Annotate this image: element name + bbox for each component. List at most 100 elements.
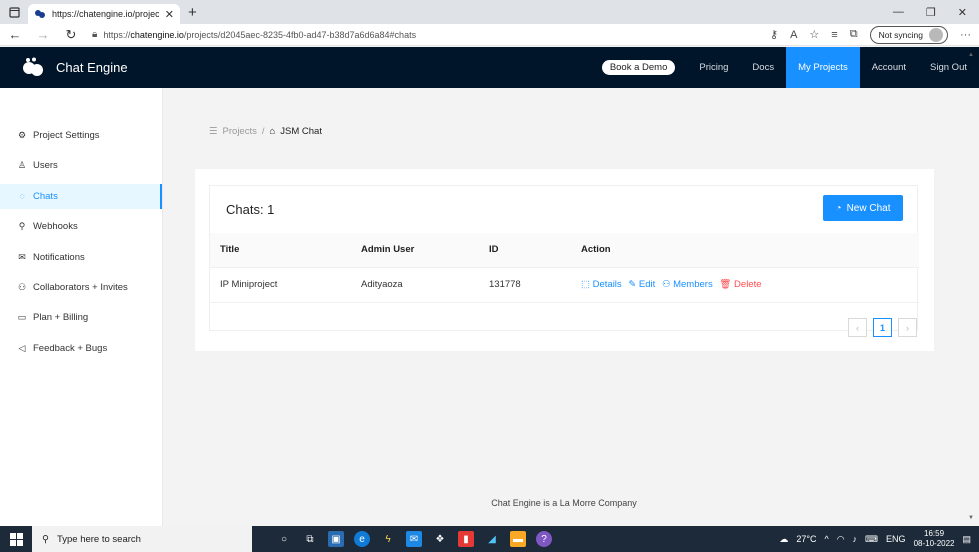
tray-expand-icon[interactable]: ^	[824, 534, 828, 544]
wifi-icon[interactable]: ◠	[837, 534, 845, 545]
restore-icon[interactable]: ❐	[926, 6, 936, 19]
search-icon: ⚲	[42, 533, 49, 545]
chat-bubble-icon: ◔	[835, 202, 842, 214]
keyboard-icon[interactable]: ⌨	[865, 534, 878, 545]
sidebar-item-label: Users	[33, 160, 58, 172]
favorites-icon[interactable]: ≡	[831, 29, 837, 41]
sidebar-item-label: Collaborators + Invites	[33, 281, 128, 293]
collections-icon[interactable]: ⧉	[850, 28, 858, 41]
forward-icon[interactable]: →	[36, 27, 50, 42]
back-icon[interactable]: ←	[8, 27, 22, 42]
minimize-icon[interactable]: —	[893, 6, 904, 19]
delete-link[interactable]: 🗑︎ Delete	[719, 279, 761, 290]
volume-icon[interactable]: ♪	[853, 534, 858, 544]
language-indicator[interactable]: ENG	[886, 534, 906, 544]
task-view-icon[interactable]: ⧉	[302, 531, 318, 547]
nav-pricing[interactable]: Pricing	[687, 47, 740, 88]
windows-start-button[interactable]	[0, 526, 32, 552]
edit-link[interactable]: ✎ Edit	[628, 279, 655, 290]
url-field[interactable]: 🔒︎ https://chatengine.io/projects/d2045a…	[92, 29, 756, 40]
weather-icon[interactable]: ☁	[779, 534, 788, 545]
sidebar-item-notifications[interactable]: ✉ Notifications	[0, 245, 162, 270]
scroll-up-arrow[interactable]: ▲	[968, 52, 974, 58]
sidebar-item-plan-billing[interactable]: ▭ Plan + Billing	[0, 305, 162, 330]
credit-card-icon: ▭	[17, 312, 27, 323]
help-icon[interactable]: ?	[536, 531, 552, 547]
file-explorer-icon[interactable]: ▬	[510, 531, 526, 547]
key-icon[interactable]: ⚷	[770, 28, 778, 41]
details-icon: ⬚	[581, 279, 590, 290]
address-bar: ← → ↻ 🔒︎ https://chatengine.io/projects/…	[0, 24, 979, 46]
clock[interactable]: 16:59 08-10-2022	[914, 529, 955, 549]
new-tab-button[interactable]: +	[188, 4, 197, 21]
prev-page-button[interactable]: ‹	[848, 318, 867, 337]
pagination: ‹ 1 ›	[848, 318, 917, 337]
sidebar-item-users[interactable]: ♙ Users	[0, 153, 162, 178]
app-icon[interactable]: ▣	[328, 531, 344, 547]
sidebar: ⚙ Project Settings ♙ Users ◌ Chats ⚲ Webhook…	[0, 88, 163, 526]
column-action: Action	[571, 233, 919, 268]
scroll-down-arrow[interactable]: ▼	[968, 515, 974, 521]
sidebar-item-chats[interactable]: ◌ Chats	[0, 183, 162, 209]
office-icon[interactable]: ▮	[458, 531, 474, 547]
book-demo-button[interactable]: Book a Demo	[601, 60, 676, 75]
refresh-icon[interactable]: ↻	[64, 27, 78, 43]
cortana-icon[interactable]: ○	[276, 531, 292, 547]
brand-name: Chat Engine	[56, 60, 128, 75]
link-icon: ⚲	[18, 221, 26, 232]
team-icon: ⚇	[17, 281, 27, 292]
column-admin-user: Admin User	[351, 233, 479, 268]
sidebar-item-project-settings[interactable]: ⚙ Project Settings	[0, 123, 162, 148]
mail-app-icon[interactable]: ✉	[406, 531, 422, 547]
action-center-icon[interactable]: ▤	[962, 534, 971, 545]
edge-icon[interactable]: e	[354, 531, 370, 547]
vscode-icon[interactable]: ◢	[484, 531, 500, 547]
sidebar-item-label: Notifications	[33, 251, 85, 263]
dropbox-icon[interactable]: ❖	[432, 531, 448, 547]
chat-title-cell: IP Miniproject	[210, 267, 351, 303]
edit-icon: ✎	[628, 279, 637, 290]
tab-actions-icon[interactable]	[0, 0, 28, 24]
breadcrumb-separator: /	[261, 126, 265, 137]
more-icon[interactable]: ···	[960, 29, 971, 41]
chat-admin-cell: Adityaoza	[351, 267, 479, 303]
home-icon: ⌂	[269, 126, 276, 137]
new-chat-button[interactable]: ◔ New Chat	[823, 195, 903, 221]
tab-close-icon[interactable]: ✕	[165, 8, 174, 21]
lock-icon[interactable]: 🔒︎	[92, 29, 97, 40]
brand[interactable]: Chat Engine	[0, 57, 128, 79]
details-link[interactable]: ⬚ Details	[581, 279, 622, 290]
members-link[interactable]: ⚇ Members	[662, 279, 713, 290]
user-icon: ♙	[17, 160, 27, 171]
sidebar-item-webhooks[interactable]: ⚲ Webhooks	[0, 214, 162, 239]
next-page-button[interactable]: ›	[898, 318, 917, 337]
delete-icon: 🗑︎	[719, 279, 732, 290]
gear-icon: ⚙	[17, 130, 27, 140]
members-icon: ⚇	[661, 279, 671, 290]
column-title: Title	[210, 233, 351, 268]
breadcrumb-projects[interactable]: Projects	[223, 126, 257, 137]
weather-temp[interactable]: 27°C	[796, 534, 816, 544]
power-automate-icon[interactable]: ϟ	[380, 531, 396, 547]
nav-docs[interactable]: Docs	[740, 47, 786, 88]
chats-heading: Chats: 1	[226, 201, 275, 217]
window-close-icon[interactable]: ✕	[958, 6, 967, 19]
chat-engine-logo-icon	[23, 57, 43, 76]
sidebar-item-feedback[interactable]: ◁ Feedback + Bugs	[0, 336, 162, 361]
chat-actions-cell: ⬚ Details ✎ Edit ⚇ Members 🗑︎ Delete	[571, 267, 919, 303]
nav-my-projects[interactable]: My Projects	[786, 47, 860, 88]
read-aloud-icon[interactable]: A	[790, 29, 797, 41]
tab-title: https://chatengine.io/projects/d	[52, 9, 159, 19]
sidebar-item-collaborators[interactable]: ⚇ Collaborators + Invites	[0, 275, 162, 300]
chats-table: Title Admin User ID Action IP Miniprojec…	[210, 233, 919, 303]
sidebar-item-label: Chats	[33, 190, 58, 202]
browser-tabstrip: https://chatengine.io/projects/d ✕ + — ❐…	[0, 0, 979, 24]
taskbar-search[interactable]: ⚲ Type here to search	[32, 526, 252, 552]
page-button[interactable]: 1	[873, 318, 892, 337]
favorites-add-icon[interactable]: ☆	[809, 28, 819, 41]
browser-tab[interactable]: https://chatengine.io/projects/d ✕	[28, 4, 180, 24]
nav-account[interactable]: Account	[860, 47, 918, 88]
chatengine-favicon	[35, 10, 45, 18]
sidebar-item-label: Feedback + Bugs	[33, 342, 108, 354]
profile-sync-button[interactable]: Not syncing	[869, 25, 948, 44]
